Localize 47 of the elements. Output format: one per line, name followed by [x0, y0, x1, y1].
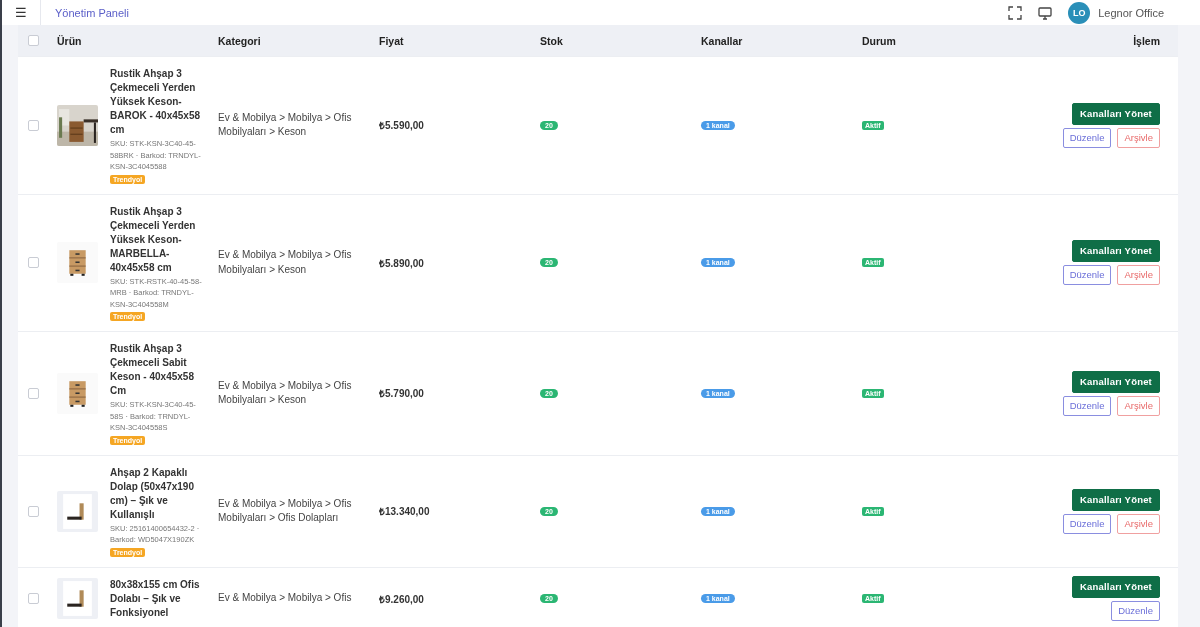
- row-checkbox[interactable]: [28, 257, 39, 269]
- edit-button[interactable]: Düzenle: [1062, 513, 1112, 534]
- column-header: Stok: [540, 34, 564, 47]
- product-title: Rustik Ahşap 3 Çekmeceli Yerden Yüksek Keson- BAROK - 40x45x58 cm: [110, 67, 202, 137]
- column-header: Fiyat: [379, 34, 405, 47]
- product-price: ₺9.260,00: [379, 592, 425, 606]
- product-price: ₺5.590,00: [379, 119, 425, 133]
- row-checkbox[interactable]: [28, 593, 39, 604]
- row-checkbox[interactable]: [28, 119, 39, 131]
- category-path: Ev & Mobilya > Mobilya > Ofis: [218, 591, 353, 606]
- select-all-checkbox[interactable]: [28, 35, 39, 46]
- manage-channels-button[interactable]: Kanalları Yönet: [1072, 102, 1160, 125]
- column-header: Kategori: [218, 34, 262, 47]
- category-path: Ev & Mobilya > Mobilya > Ofis Mobilyaları > Keson: [218, 248, 353, 277]
- product-price: ₺5.890,00: [379, 256, 425, 270]
- column-header: Kanallar: [701, 34, 744, 47]
- edit-button[interactable]: Düzenle: [1111, 601, 1160, 621]
- column-header: İşlem: [1132, 34, 1160, 47]
- product-title: Ahşap 2 Kapaklı Dolap (50x47x190 cm) – Şık ve Kullanışlı: [110, 465, 195, 522]
- product-title: Rustik Ahşap 3 Çekmeceli Sabit Keson - 40x45x58 Cm: [110, 342, 195, 398]
- column-header: Ürün: [57, 34, 83, 47]
- fullscreen-icon[interactable]: [1008, 5, 1023, 20]
- manage-channels-button[interactable]: Kanalları Yönet: [1072, 488, 1160, 511]
- archive-button[interactable]: Arşivle: [1117, 395, 1160, 416]
- category-path: Ev & Mobilya > Mobilya > Ofis Mobilyaları > Keson: [218, 110, 353, 140]
- category-path: Ev & Mobilya > Mobilya > Ofis Mobilyaları > Keson: [218, 378, 353, 408]
- edit-button[interactable]: Düzenle: [1062, 265, 1112, 286]
- manage-channels-button[interactable]: Kanalları Yönet: [1072, 370, 1160, 393]
- product-title: Rustik Ahşap 3 Çekmeceli Yerden Yüksek Keson- MARBELLA- 40x45x58 cm: [110, 204, 197, 275]
- product-price: ₺5.790,00: [379, 387, 425, 401]
- product-price: ₺13.340,00: [379, 505, 431, 518]
- edit-button[interactable]: Düzenle: [1062, 127, 1112, 148]
- archive-button[interactable]: Arşivle: [1117, 513, 1160, 534]
- panel-title: Yönetim Paneli: [55, 6, 130, 19]
- column-header: Durum: [862, 34, 897, 47]
- product-title: 80x38x155 cm Ofis Dolabı – Şık ve Fonksiyonel: [110, 577, 201, 620]
- category-path: Ev & Mobilya > Mobilya > Ofis Mobilyaları > Ofis Dolapları: [218, 496, 353, 525]
- manage-channels-button[interactable]: Kanalları Yönet: [1072, 576, 1160, 598]
- monitor-icon[interactable]: [1038, 5, 1053, 20]
- user-avatar[interactable]: LO: [1068, 1, 1091, 24]
- row-checkbox[interactable]: [28, 505, 39, 517]
- edit-button[interactable]: Düzenle: [1062, 395, 1112, 416]
- user-name: Legnor Office: [1098, 6, 1164, 19]
- archive-button[interactable]: Arşivle: [1117, 127, 1160, 148]
- row-checkbox[interactable]: [28, 387, 39, 399]
- archive-button[interactable]: Arşivle: [1117, 265, 1160, 286]
- manage-channels-button[interactable]: Kanalları Yönet: [1072, 240, 1160, 263]
